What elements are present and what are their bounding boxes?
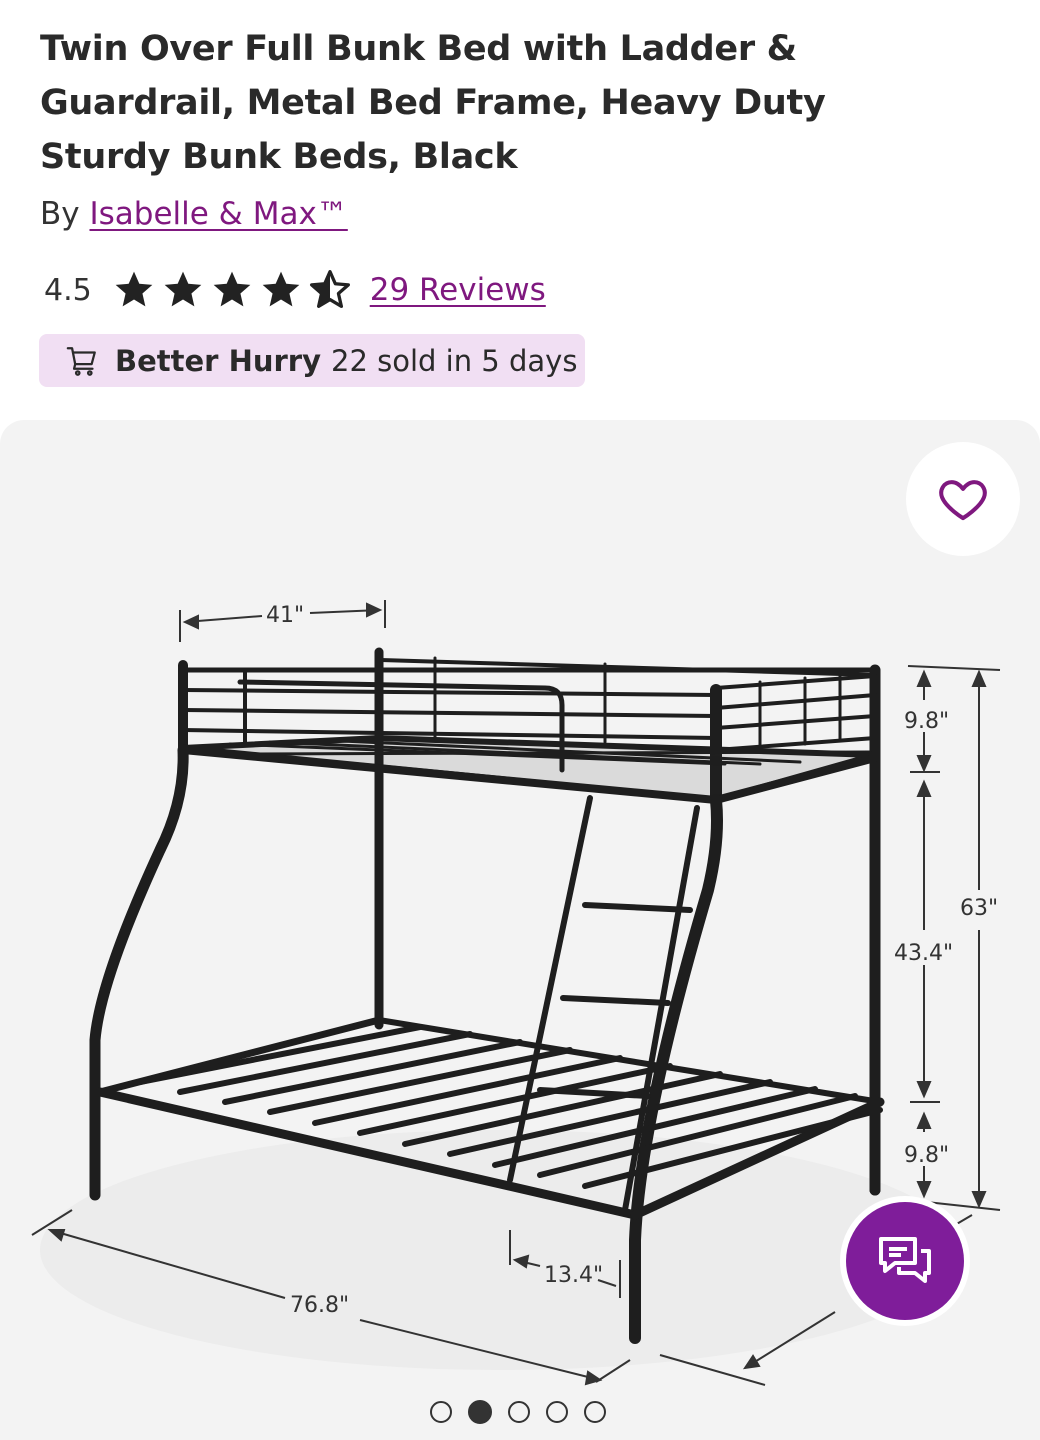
product-title: Twin Over Full Bunk Bed with Ladder & Gu… — [40, 29, 826, 177]
chat-bubbles-icon — [879, 1237, 931, 1283]
rating-row: 4.5 29 Reviews — [44, 266, 546, 314]
gallery-dot-5[interactable] — [584, 1401, 606, 1423]
gallery-dot-1[interactable] — [430, 1401, 452, 1423]
brand-link[interactable]: Isabelle & Max™ — [89, 196, 347, 232]
star-full-icon — [115, 271, 153, 307]
urgency-strong: Better Hurry — [115, 343, 321, 378]
dimension-bottom-rail: 9.8" — [904, 1143, 949, 1168]
dimension-total-height: 63" — [960, 896, 998, 921]
heart-icon — [939, 480, 987, 521]
star-full-icon — [213, 271, 251, 307]
dimension-clearance: 43.4" — [894, 941, 953, 966]
urgency-badge: Better Hurry 22 sold in 5 days — [39, 334, 585, 387]
star-half-icon — [309, 270, 350, 308]
star-full-icon — [262, 271, 300, 307]
favorite-button[interactable] — [906, 442, 1020, 556]
dimension-ladder-offset: 13.4" — [544, 1263, 603, 1288]
byline: By Isabelle & Max™ — [40, 196, 348, 232]
gallery-dot-2[interactable] — [468, 1400, 492, 1424]
urgency-text: 22 sold in 5 days — [331, 343, 578, 378]
reviews-link[interactable]: 29 Reviews — [370, 272, 546, 308]
dimension-length: 76.8" — [290, 1293, 349, 1318]
dimension-width: 41" — [266, 603, 304, 628]
gallery-dot-3[interactable] — [508, 1401, 530, 1423]
cart-icon — [66, 346, 96, 376]
gallery-pagination — [430, 1400, 606, 1424]
gallery-dot-4[interactable] — [546, 1401, 568, 1423]
rating-value: 4.5 — [44, 272, 92, 308]
dimension-top-rail: 9.8" — [904, 709, 949, 734]
byline-prefix: By — [40, 196, 80, 232]
chat-button[interactable] — [846, 1202, 964, 1320]
star-full-icon — [164, 271, 202, 307]
star-rating — [112, 268, 352, 312]
